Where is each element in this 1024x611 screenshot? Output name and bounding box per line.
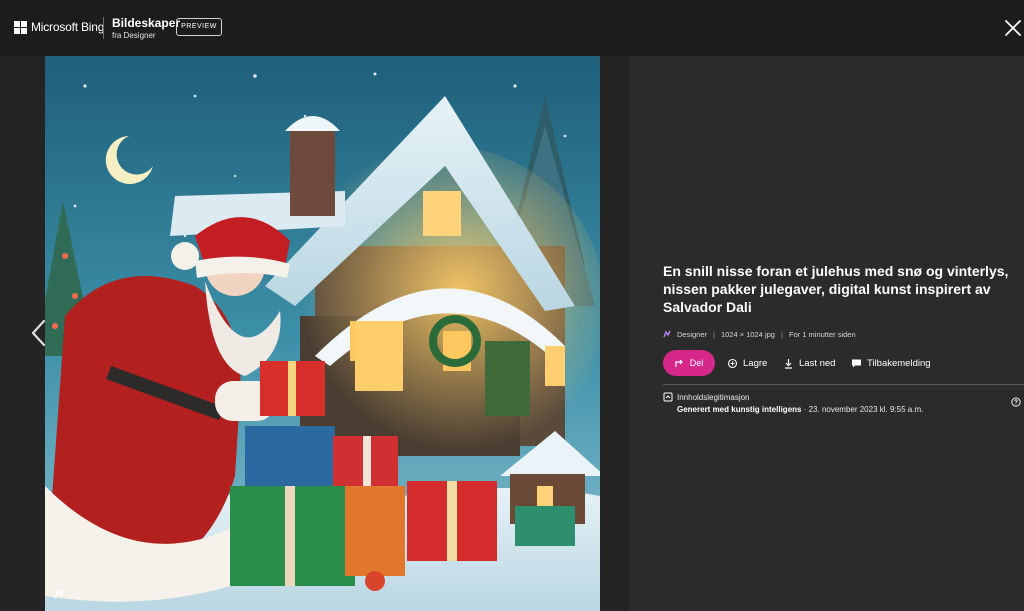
generated-image-artwork: [45, 56, 600, 611]
save-label: Lagre: [743, 357, 768, 369]
designer-icon: [663, 330, 671, 338]
share-icon: [675, 359, 683, 367]
download-icon: [785, 358, 792, 369]
save-collection-icon: [727, 358, 738, 368]
content-credentials: Innholdslegitimasjon: [663, 392, 750, 402]
close-icon: [1005, 20, 1021, 36]
generated-by-ai-label: Generert med kunstig intelligens: [677, 405, 802, 414]
generated-image[interactable]: [45, 56, 600, 611]
image-age: For 1 minutter siden: [788, 329, 856, 339]
close-button[interactable]: [1003, 18, 1023, 38]
brand-divider: [103, 17, 104, 39]
save-button[interactable]: Lagre: [727, 355, 767, 371]
preview-badge: PREVIEW: [176, 18, 222, 36]
image-meta: Designer | 1024 × 1024 jpg | For 1 minut…: [663, 328, 856, 340]
feedback-icon: [852, 359, 861, 367]
meta-separator: |: [713, 329, 715, 339]
designer-watermark-icon: [52, 587, 66, 601]
download-label: Last ned: [799, 357, 836, 369]
image-dimensions: 1024 × 1024 jpg: [720, 329, 775, 339]
brand-name[interactable]: Microsoft Bing: [31, 20, 104, 34]
image-source[interactable]: Designer: [677, 330, 707, 339]
feedback-button[interactable]: Tilbakemelding: [851, 355, 931, 371]
feedback-label: Tilbakemelding: [867, 357, 931, 369]
credentials-icon: [663, 392, 673, 402]
top-bar: Microsoft Bing Bildeskaper fra Designer …: [0, 0, 1024, 56]
share-button[interactable]: Del: [663, 350, 715, 376]
generated-date: · 23. november 2023 kl. 9:55 a.m.: [801, 405, 924, 414]
credentials-title: Innholdslegitimasjon: [677, 392, 750, 402]
meta-separator: |: [780, 329, 783, 339]
prompt-text: En snill nisse foran et julehus med snø …: [663, 263, 1009, 315]
share-label: Del: [689, 358, 704, 368]
product-subtitle: fra Designer: [112, 31, 156, 40]
product-title[interactable]: Bildeskaper: [112, 16, 180, 30]
microsoft-logo-icon: [14, 21, 27, 34]
download-button[interactable]: Last ned: [783, 355, 835, 371]
credentials-detail: Generert med kunstig intelligens · 23. n…: [677, 405, 923, 414]
help-icon[interactable]: [1011, 394, 1021, 407]
section-divider: [663, 384, 1024, 385]
